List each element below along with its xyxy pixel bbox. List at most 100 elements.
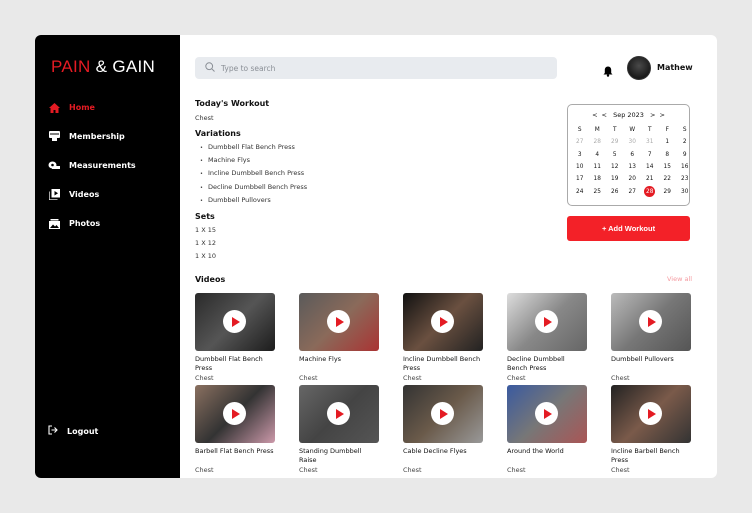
calendar-day[interactable]: 4 [589, 149, 607, 161]
video-card[interactable]: Decline Dumbbell Bench Press Chest [507, 293, 587, 382]
video-card[interactable]: Barbell Flat Bench Press Chest [195, 385, 275, 474]
calendar-day[interactable]: 23 [676, 173, 694, 185]
video-thumbnail[interactable] [299, 293, 379, 351]
calendar-day[interactable]: 24 [571, 185, 589, 197]
calendar-day[interactable]: 18 [589, 173, 607, 185]
video-card[interactable]: Dumbbell Flat Bench Press Chest [195, 293, 275, 382]
play-icon[interactable] [431, 402, 454, 425]
add-workout-button[interactable]: + Add Workout [567, 216, 690, 241]
video-card[interactable]: Dumbbell Pullovers Chest [611, 293, 691, 382]
next-year-button[interactable]: > [659, 111, 664, 119]
calendar-header: < < Sep 2023 > > [568, 111, 689, 119]
video-title[interactable]: Machine Flys [299, 355, 379, 373]
video-title[interactable]: Around the World [507, 447, 587, 465]
prev-year-button[interactable]: < [592, 111, 597, 119]
video-card[interactable]: Incline Barbell Bench Press Chest [611, 385, 691, 474]
calendar-day[interactable]: 9 [676, 149, 694, 161]
video-title[interactable]: Decline Dumbbell Bench Press [507, 355, 587, 373]
video-card[interactable]: Cable Decline Flyes Chest [403, 385, 483, 474]
play-icon[interactable] [639, 310, 662, 333]
video-title[interactable]: Dumbbell Pullovers [611, 355, 691, 373]
calendar-day[interactable]: 19 [606, 173, 624, 185]
calendar: < < Sep 2023 > > S M T W T F S 27 28 29 30 31 1 2 3 4 5 6 7 8… [567, 104, 690, 206]
play-icon[interactable] [639, 402, 662, 425]
video-title[interactable]: Incline Dumbbell Bench Press [403, 355, 483, 373]
play-icon[interactable] [327, 402, 350, 425]
search-input[interactable]: Type to search [195, 57, 557, 79]
video-thumbnail[interactable] [507, 293, 587, 351]
calendar-day[interactable]: 15 [659, 161, 677, 173]
sidebar-item-home[interactable]: Home [48, 102, 95, 113]
sidebar-item-photos[interactable]: Photos [48, 218, 100, 229]
calendar-day[interactable]: 3 [571, 149, 589, 161]
video-card[interactable]: Machine Flys Chest [299, 293, 379, 382]
calendar-day[interactable]: 31 [641, 136, 659, 148]
next-month-button[interactable]: > [650, 111, 655, 119]
calendar-day[interactable]: 12 [606, 161, 624, 173]
play-icon[interactable] [535, 402, 558, 425]
calendar-day[interactable]: 29 [659, 185, 677, 197]
video-card[interactable]: Around the World Chest [507, 385, 587, 474]
video-thumbnail[interactable] [403, 385, 483, 443]
prev-month-button[interactable]: < [602, 111, 607, 119]
calendar-day[interactable]: 11 [589, 161, 607, 173]
video-title[interactable]: Dumbbell Flat Bench Press [195, 355, 275, 373]
calendar-day[interactable]: 27 [571, 136, 589, 148]
calendar-day[interactable]: 22 [659, 173, 677, 185]
calendar-day[interactable]: 25 [589, 185, 607, 197]
video-title[interactable]: Standing Dumbbell Raise [299, 447, 379, 465]
video-category: Chest [507, 374, 526, 382]
video-thumbnail[interactable] [611, 293, 691, 351]
avatar[interactable] [627, 56, 651, 80]
video-thumbnail[interactable] [611, 385, 691, 443]
calendar-day[interactable]: 14 [641, 161, 659, 173]
logout-button[interactable]: Logout [48, 425, 98, 437]
calendar-day[interactable]: 5 [606, 149, 624, 161]
calendar-day[interactable]: 8 [659, 149, 677, 161]
video-category: Chest [403, 466, 422, 474]
video-thumbnail[interactable] [507, 385, 587, 443]
calendar-day-number: 27 [628, 188, 636, 195]
calendar-day[interactable]: 30 [624, 136, 642, 148]
video-thumbnail[interactable] [195, 293, 275, 351]
play-icon[interactable] [223, 402, 246, 425]
calendar-day[interactable]: 28 [589, 136, 607, 148]
video-title[interactable]: Cable Decline Flyes [403, 447, 483, 465]
video-title[interactable]: Barbell Flat Bench Press [195, 447, 275, 465]
calendar-day[interactable]: 13 [624, 161, 642, 173]
user-name[interactable]: Mathew [657, 63, 693, 72]
video-thumbnail[interactable] [195, 385, 275, 443]
calendar-day[interactable]: 27 [624, 185, 642, 197]
video-thumbnail[interactable] [403, 293, 483, 351]
calendar-day[interactable]: 6 [624, 149, 642, 161]
calendar-day[interactable]: 1 [659, 136, 677, 148]
play-icon[interactable] [431, 310, 454, 333]
play-icon[interactable] [327, 310, 350, 333]
calendar-day[interactable]: 7 [641, 149, 659, 161]
sidebar-item-membership[interactable]: Membership [48, 131, 125, 142]
sidebar-item-measurements[interactable]: Measurements [48, 160, 136, 171]
calendar-day[interactable]: 30 [676, 185, 694, 197]
calendar-day[interactable]: 21 [641, 173, 659, 185]
bell-icon[interactable] [603, 62, 613, 81]
calendar-day-selected[interactable]: 28 [641, 185, 659, 198]
video-card[interactable]: Standing Dumbbell Raise Chest [299, 385, 379, 474]
calendar-day[interactable]: 29 [606, 136, 624, 148]
sidebar-item-videos[interactable]: Videos [48, 189, 99, 200]
calendar-day[interactable]: 17 [571, 173, 589, 185]
calendar-day[interactable]: 26 [606, 185, 624, 197]
calendar-day[interactable]: 10 [571, 161, 589, 173]
video-card[interactable]: Incline Dumbbell Bench Press Chest [403, 293, 483, 382]
video-title[interactable]: Incline Barbell Bench Press [611, 447, 691, 465]
play-icon[interactable] [535, 310, 558, 333]
calendar-day-number: 11 [593, 164, 601, 171]
calendar-day-number: 16 [681, 164, 689, 171]
view-all-link[interactable]: View all [667, 275, 692, 283]
play-icon[interactable] [223, 310, 246, 333]
calendar-day[interactable]: 16 [676, 161, 694, 173]
calendar-day-number: 17 [576, 176, 584, 183]
video-thumbnail[interactable] [299, 385, 379, 443]
calendar-day[interactable]: 20 [624, 173, 642, 185]
calendar-day-number: 20 [628, 176, 636, 183]
calendar-day[interactable]: 2 [676, 136, 694, 148]
